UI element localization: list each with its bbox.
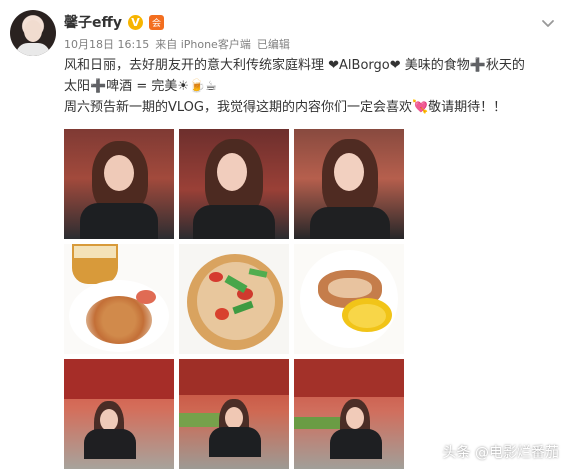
username[interactable]: 馨子effy [64,12,122,32]
post-text: 风和日丽，去好朋友开的意大利传统家庭料理 ❤AlBorgo❤ 美味的食物➕秋天的… [64,55,564,118]
avatar-face [24,20,42,42]
photo-9[interactable] [294,359,404,469]
post-line-1: 风和日丽，去好朋友开的意大利传统家庭料理 ❤AlBorgo❤ 美味的食物➕秋天的 [64,58,525,73]
member-badge-icon: 会 [148,14,164,30]
verified-v-icon: V [127,14,143,30]
photo-3[interactable] [294,129,404,239]
avatar[interactable] [10,10,56,56]
source: 来自 iPhone客户端 [155,38,251,51]
photo-1[interactable] [64,129,174,239]
photo-5[interactable] [179,244,289,354]
edited-label[interactable]: 已编辑 [257,36,290,52]
avatar-body [16,43,50,56]
chevron-down-icon[interactable] [539,14,557,32]
photo-6[interactable] [294,244,404,354]
post-header: 馨子effy V 会 [64,12,164,32]
post-line-3: 周六预告新一期的VLOG，我觉得这期的内容你们一定会喜欢💘敬请期待！！ [64,100,507,115]
timestamp[interactable]: 10月18日 16:15 [64,36,149,52]
watermark: 头条 @电影烂番茄 [442,445,559,461]
post-meta: 10月18日 16:15 来自 iPhone客户端 已编辑 [64,36,290,52]
photo-8[interactable] [179,359,289,469]
photo-4[interactable] [64,244,174,354]
post-line-2: 太阳➕啤酒 = 完美☀🍺☕ [64,79,217,94]
photo-7[interactable] [64,359,174,469]
photo-grid [64,129,404,469]
photo-2[interactable] [179,129,289,239]
